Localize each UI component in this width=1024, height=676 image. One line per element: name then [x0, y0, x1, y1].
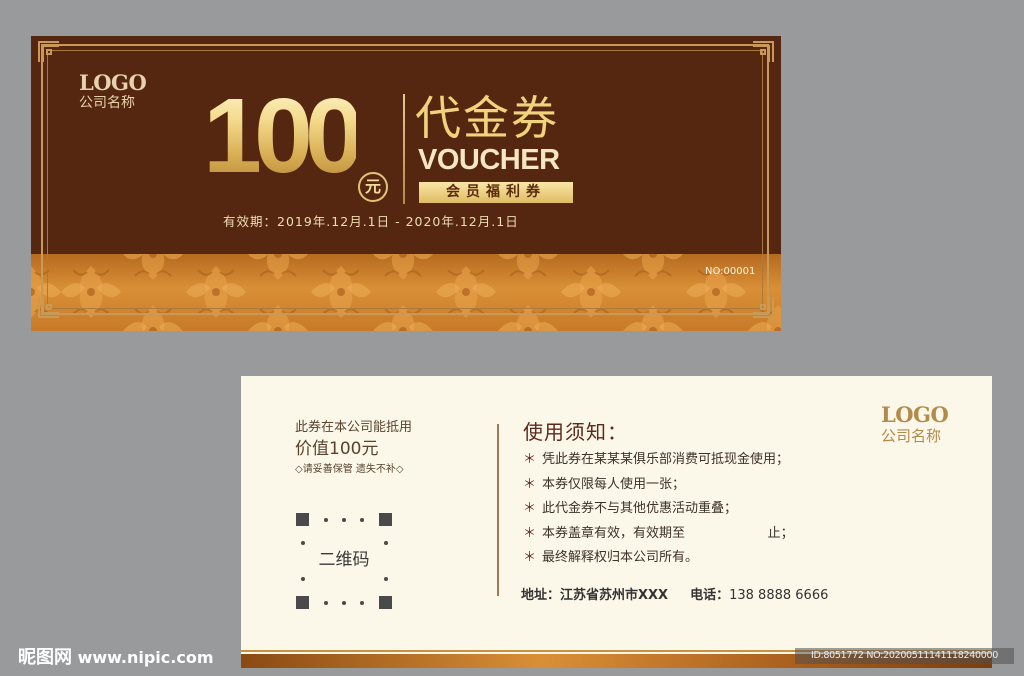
keep-note: ◇请妥善保管 遗失不补◇ [295, 464, 404, 475]
notice-text: 凭此券在某某某俱乐部消费可抵现金使用； [542, 452, 790, 467]
value-line: 价值100元 [295, 439, 379, 459]
bullet-icon: ＊ [523, 452, 537, 467]
notice-text: 此代金券不与其他优惠活动重叠； [542, 501, 738, 516]
notice-text: 本券仅限每人使用一张； [542, 476, 686, 492]
phone-label: 电话： [690, 588, 730, 603]
bullet-icon: ＊ [523, 550, 537, 565]
bullet-icon: ＊ [523, 476, 537, 492]
usage-line: 此券在本公司能抵用 [295, 420, 413, 435]
qr-dot [301, 541, 305, 545]
usage-value-block: 此券在本公司能抵用 价值100元 ◇请妥善保管 遗失不补◇ [295, 420, 412, 477]
qr-code-label: 二维码 [318, 550, 370, 570]
logo-word: LOGO [79, 70, 147, 95]
notice-item: ＊ 凭此券在某某某俱乐部消费可抵现金使用； [523, 448, 794, 473]
notice-item: ＊ 最终解释权归本公司所有。 [523, 546, 794, 571]
contact-info: 地址：江苏省苏州市XXX 电话：138 8888 6666 [521, 587, 828, 605]
qr-dot [384, 541, 388, 545]
company-logo: LOGO 公司名称 [79, 70, 147, 112]
notice-item: ＊ 此代金券不与其他优惠活动重叠； [523, 497, 794, 522]
voucher-title-cn: 代金券 [415, 91, 559, 145]
currency-unit-badge: 元 [358, 172, 388, 202]
site-watermark: 昵图网 www.nipic.com [18, 648, 214, 668]
bullet-icon: ＊ [523, 525, 537, 541]
site-url: www.nipic.com [77, 648, 214, 667]
qr-dot [384, 577, 388, 581]
qr-corner-marker [296, 596, 309, 609]
validity-period: 有效期：2019年.12月.1日 - 2020年.12月.1日 [223, 214, 519, 229]
phone-value: 138 8888 6666 [729, 588, 829, 603]
qr-corner-marker [379, 513, 392, 526]
member-benefit-badge: 会员福利券 [419, 182, 573, 203]
voucher-title-en: VOUCHER [418, 144, 560, 176]
corner-ornament-icon [753, 41, 774, 62]
qr-dot [301, 577, 305, 581]
bullet-icon: ＊ [523, 501, 537, 516]
qr-dot [324, 518, 328, 522]
qr-dot [342, 601, 346, 605]
notice-item: ＊ 本券盖章有效，有效期至 止； [523, 522, 794, 547]
address-value: 江苏省苏州市XXX [560, 588, 669, 603]
notice-text: 本券盖章有效，有效期至 止； [542, 525, 794, 541]
qr-corner-marker [379, 596, 392, 609]
notice-item: ＊ 本券仅限每人使用一张； [523, 473, 794, 498]
qr-dot [342, 518, 346, 522]
qr-code-placeholder: 二维码 [296, 513, 392, 609]
inner-frame [47, 50, 763, 309]
voucher-amount: 100 [203, 77, 364, 195]
logo-company-name: 公司名称 [881, 427, 942, 445]
logo-company-name: 公司名称 [79, 95, 135, 111]
back-divider [497, 424, 499, 596]
voucher-back: 此券在本公司能抵用 价值100元 ◇请妥善保管 遗失不补◇ 二维码 使用须知： … [241, 376, 992, 668]
notice-text: 最终解释权归本公司所有。 [542, 550, 699, 565]
image-id-watermark: ID:8051772 NO:20200511141118240000 [795, 648, 1014, 664]
usage-notice-title: 使用须知： [523, 420, 628, 444]
qr-dot [360, 601, 364, 605]
logo-word: LOGO [881, 402, 949, 427]
address-label: 地址： [521, 588, 561, 603]
site-brand: 昵图网 [18, 647, 72, 668]
serial-number: NO:00001 [705, 266, 756, 277]
corner-ornament-icon [38, 41, 59, 62]
voucher-front: LOGO 公司名称 100 元 代金券 VOUCHER 会员福利券 有效期：20… [31, 36, 781, 331]
qr-dot [360, 518, 364, 522]
corner-ornament-icon [38, 297, 59, 318]
title-divider [403, 94, 405, 204]
corner-ornament-icon [753, 297, 774, 318]
usage-notice-list: ＊ 凭此券在某某某俱乐部消费可抵现金使用； ＊ 本券仅限每人使用一张； ＊ 此代金券不… [523, 448, 794, 571]
qr-dot [324, 601, 328, 605]
company-logo: LOGO 公司名称 [881, 402, 949, 446]
qr-corner-marker [296, 513, 309, 526]
